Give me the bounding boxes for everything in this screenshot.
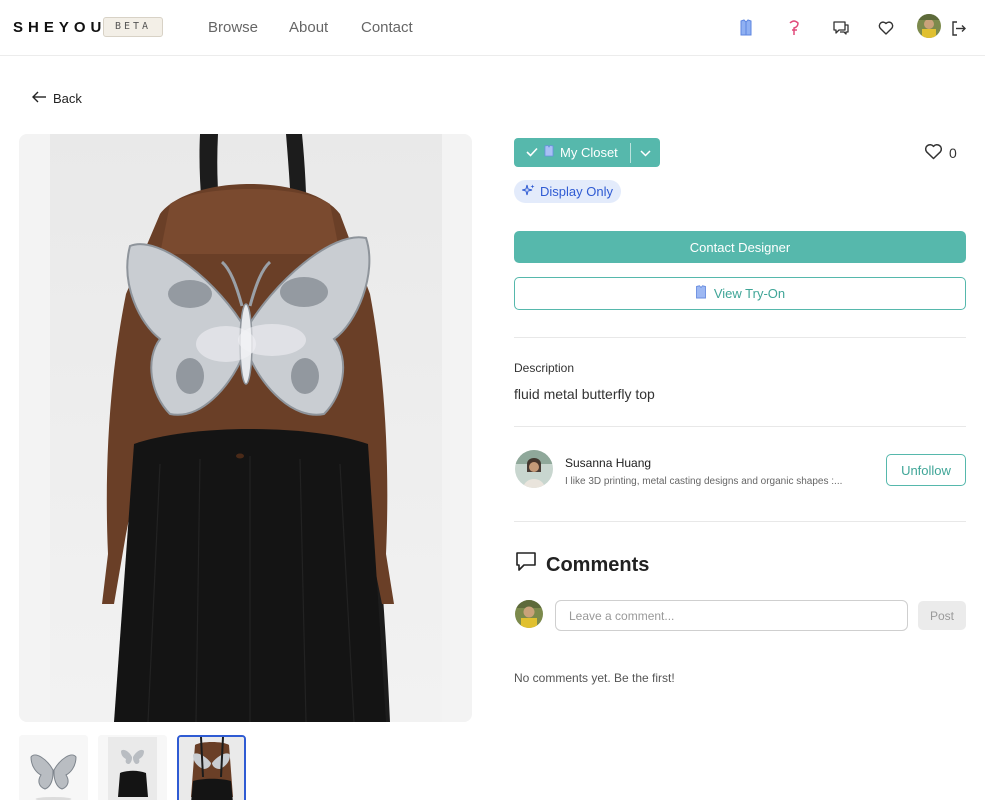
like-button[interactable]: 0 xyxy=(924,143,957,163)
closet-dropdown-toggle[interactable] xyxy=(631,145,660,160)
view-try-on-button[interactable]: View Try-On xyxy=(514,277,966,310)
thumb-skirt[interactable] xyxy=(98,735,167,800)
back-button[interactable]: Back xyxy=(31,90,82,107)
my-closet-button[interactable]: My Closet xyxy=(514,138,660,167)
empty-comments-text: No comments yet. Be the first! xyxy=(514,671,675,685)
view-try-on-label: View Try-On xyxy=(713,286,786,301)
divider xyxy=(514,426,966,427)
back-label: Back xyxy=(53,91,82,106)
heart-icon[interactable] xyxy=(876,18,896,38)
brand-logo[interactable]: SHEYOU xyxy=(13,19,106,36)
comment-input[interactable] xyxy=(555,600,908,631)
thumb-model[interactable] xyxy=(177,735,246,800)
comments-title: Comments xyxy=(546,553,650,576)
logout-icon[interactable] xyxy=(948,18,968,38)
description-text: fluid metal butterfly top xyxy=(514,386,655,402)
post-comment-button[interactable]: Post xyxy=(918,601,966,630)
arrow-left-icon xyxy=(31,90,47,107)
product-image-viewer[interactable] xyxy=(19,134,472,722)
thumb-butterfly[interactable] xyxy=(19,735,88,800)
add-to-closet-button[interactable]: My Closet xyxy=(514,145,630,160)
designer-name[interactable]: Susanna Huang xyxy=(565,456,651,470)
description-label: Description xyxy=(514,361,575,375)
heart-icon xyxy=(924,143,943,163)
display-only-label: Display Only xyxy=(540,184,613,199)
divider xyxy=(514,521,966,522)
my-closet-label: My Closet xyxy=(560,145,618,160)
hanger-icon[interactable] xyxy=(784,18,804,38)
nav-link-contact[interactable]: Contact xyxy=(361,19,413,36)
product-photo xyxy=(50,134,442,722)
contact-designer-button[interactable]: Contact Designer xyxy=(514,231,966,263)
divider xyxy=(514,337,966,338)
check-icon xyxy=(526,145,538,160)
closet-icon xyxy=(695,285,707,302)
like-count: 0 xyxy=(949,145,957,161)
chevron-down-icon xyxy=(640,145,651,160)
nav-link-browse[interactable]: Browse xyxy=(208,19,258,36)
comments-heading: Comments xyxy=(514,551,649,579)
closet-icon xyxy=(544,145,554,160)
user-avatar[interactable] xyxy=(917,14,941,38)
comment-icon xyxy=(514,551,538,579)
chat-icon[interactable] xyxy=(831,18,851,38)
designer-bio: I like 3D printing, metal casting design… xyxy=(565,476,843,487)
user-avatar[interactable] xyxy=(515,600,543,628)
unfollow-button[interactable]: Unfollow xyxy=(886,454,966,486)
sparkle-icon xyxy=(520,184,535,200)
closet-icon[interactable] xyxy=(736,18,756,38)
designer-avatar[interactable] xyxy=(515,450,553,488)
beta-badge: BETA xyxy=(103,17,163,37)
display-only-badge: Display Only xyxy=(514,180,621,203)
nav-link-about[interactable]: About xyxy=(289,19,328,36)
top-nav: SHEYOU BETA Browse About Contact xyxy=(0,0,985,56)
